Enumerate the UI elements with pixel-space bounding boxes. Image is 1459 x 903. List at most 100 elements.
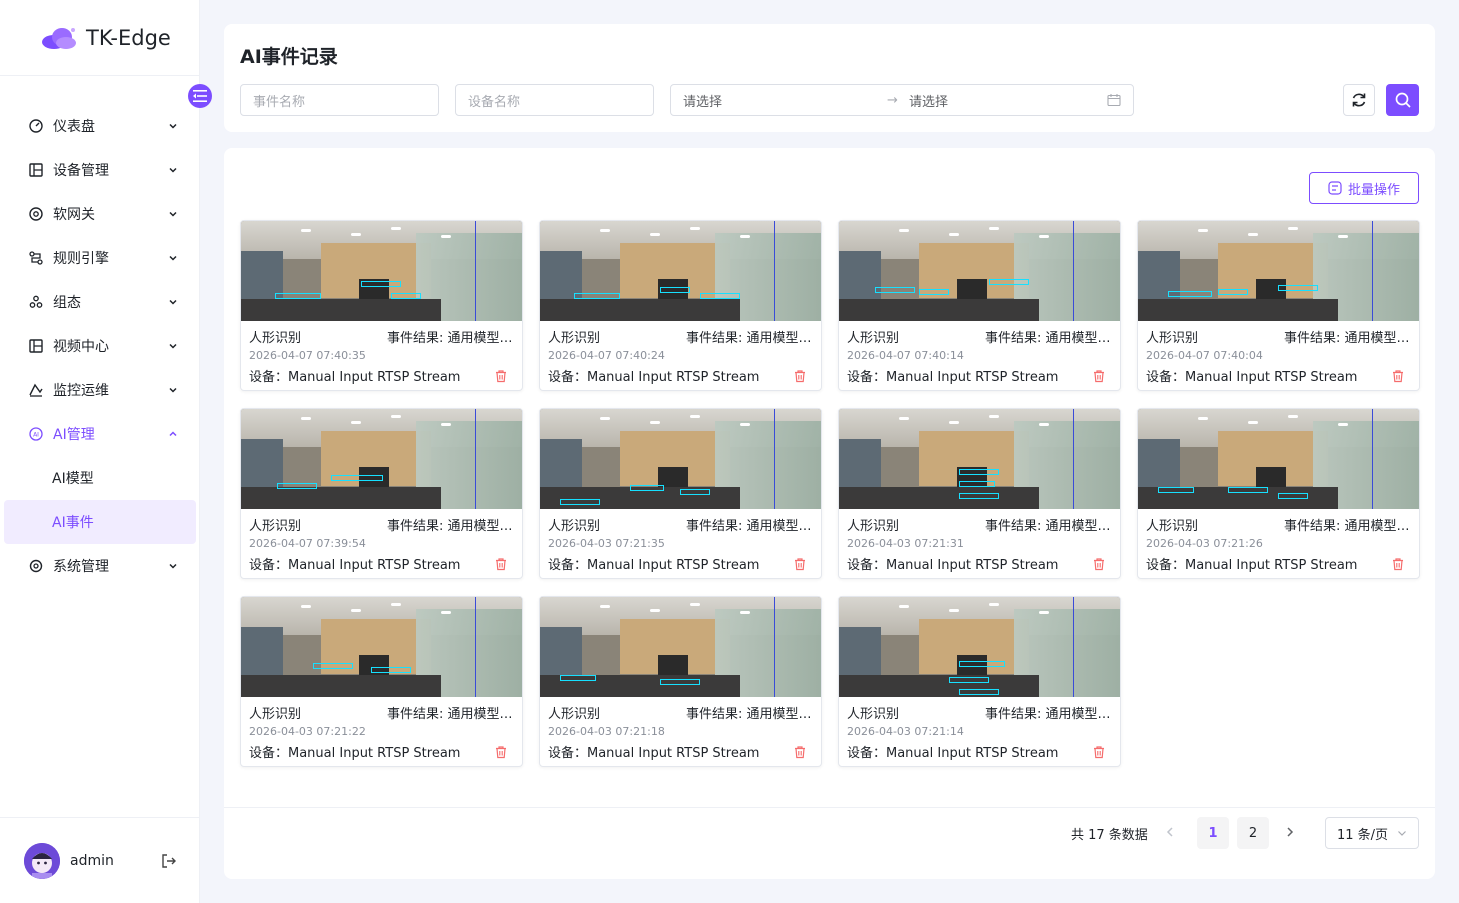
event-snapshot[interactable]: [241, 597, 522, 697]
date-end-input[interactable]: 请选择: [909, 91, 948, 110]
search-icon: [1395, 92, 1411, 108]
delete-icon[interactable]: [494, 369, 508, 383]
sidebar-item-label: 视频中心: [53, 339, 109, 355]
delete-icon[interactable]: [1092, 557, 1106, 571]
event-card[interactable]: 人形识别 事件结果: 通用模型检测到目标 2026-04-07 07:39:54 设备…: [240, 408, 523, 579]
chevron-down-icon: [169, 299, 177, 305]
search-button[interactable]: [1386, 84, 1419, 116]
event-card[interactable]: 人形识别 事件结果: 通用模型检测到目标 2026-04-07 07:40:04 设备…: [1137, 220, 1420, 391]
detection-box: [277, 483, 317, 489]
event-type: 人形识别: [1146, 519, 1199, 534]
batch-operation-button[interactable]: 批量操作: [1309, 172, 1419, 204]
event-device-row: 设备：Manual Input RTSP Stream: [540, 362, 821, 385]
content-card: 批量操作 人形识别事件结果: 通用模型检测到目标2026-04-07 07:40…: [224, 148, 1435, 879]
sidebar-subitem-ai-model[interactable]: AI模型: [0, 456, 200, 500]
detection-box: [331, 475, 383, 481]
logo[interactable]: TK-Edge: [0, 0, 199, 76]
sidebar-item-configuration[interactable]: 组态: [0, 280, 200, 324]
avatar[interactable]: [24, 842, 60, 879]
event-device: 设备：Manual Input RTSP Stream: [847, 558, 1059, 573]
event-device: 设备：Manual Input RTSP Stream: [249, 746, 461, 761]
event-snapshot[interactable]: [540, 409, 821, 509]
delete-icon[interactable]: [793, 557, 807, 571]
event-device-row: 设备：Manual Input RTSP Stream: [1138, 550, 1419, 573]
detection-box: [1278, 285, 1318, 291]
event-card[interactable]: 人形识别 事件结果: 通用模型检测到目标 2026-04-07 07:40:24 设备…: [539, 220, 822, 391]
delete-icon[interactable]: [1092, 745, 1106, 759]
event-snapshot[interactable]: [839, 597, 1120, 697]
sidebar-item-video-center[interactable]: 视频中心: [0, 324, 200, 368]
event-card[interactable]: 人形识别 事件结果: 通用模型检测到目标 2026-04-03 07:21:31 设备…: [838, 408, 1121, 579]
delete-icon[interactable]: [1391, 369, 1405, 383]
chevron-right-icon: [1287, 827, 1294, 837]
filter-card: AI事件记录 事件名称 设备名称 请选择 → 请选择: [224, 24, 1435, 132]
event-snapshot[interactable]: [839, 409, 1120, 509]
event-snapshot[interactable]: [1138, 221, 1419, 321]
page-button-1[interactable]: 1: [1197, 817, 1229, 849]
sidebar-item-dashboard[interactable]: 仪表盘: [0, 104, 200, 148]
chevron-down-icon: [169, 387, 177, 393]
event-device-row: 设备：Manual Input RTSP Stream: [241, 738, 522, 761]
date-range-picker[interactable]: 请选择 → 请选择: [670, 84, 1134, 116]
event-card[interactable]: 人形识别 事件结果: 通用模型检测到目标 2026-04-07 07:40:35 设备…: [240, 220, 523, 391]
event-card[interactable]: 人形识别 事件结果: 通用模型检测到目标 2026-04-03 07:21:22 设备…: [240, 596, 523, 767]
event-snapshot[interactable]: [241, 221, 522, 321]
event-result: 事件结果: 通用模型检测到目标: [387, 707, 514, 722]
event-type: 人形识别: [249, 707, 302, 722]
sidebar-item-system-management[interactable]: 系统管理: [0, 544, 200, 588]
detection-box: [361, 281, 401, 287]
detection-box: [949, 677, 989, 683]
event-card[interactable]: 人形识别 事件结果: 通用模型检测到目标 2026-04-03 07:21:35 设备…: [539, 408, 822, 579]
next-page-button[interactable]: [1285, 824, 1301, 842]
event-snapshot[interactable]: [241, 409, 522, 509]
event-snapshot[interactable]: [540, 221, 821, 321]
event-header-row: 人形识别 事件结果: 通用模型检测到目标: [1138, 321, 1419, 346]
event-name-input[interactable]: 事件名称: [240, 84, 439, 116]
event-card[interactable]: 人形识别 事件结果: 通用模型检测到目标 2026-04-03 07:21:18 设备…: [539, 596, 822, 767]
sidebar-item-soft-gateway[interactable]: 软网关: [0, 192, 200, 236]
event-header-row: 人形识别 事件结果: 通用模型检测到目标: [241, 697, 522, 722]
sidebar-item-device-management[interactable]: 设备管理: [0, 148, 200, 192]
logout-icon[interactable]: [160, 852, 178, 870]
event-time: 2026-04-07 07:40:35: [249, 349, 366, 362]
event-header-row: 人形识别 事件结果: 通用模型检测到目标: [540, 321, 821, 346]
event-type: 人形识别: [249, 331, 302, 346]
prev-page-button[interactable]: [1165, 824, 1181, 842]
event-card[interactable]: 人形识别 事件结果: 通用模型检测到目标 2026-04-03 07:21:14 设备…: [838, 596, 1121, 767]
date-start-input[interactable]: 请选择: [683, 91, 722, 110]
refresh-button[interactable]: [1343, 84, 1375, 116]
video-icon: [28, 338, 44, 354]
sidebar-item-ai-management[interactable]: AI AI管理: [0, 412, 200, 456]
collapse-sidebar-button[interactable]: [188, 84, 212, 108]
detection-box: [1278, 493, 1308, 499]
event-device: 设备：Manual Input RTSP Stream: [1146, 558, 1358, 573]
delete-icon[interactable]: [494, 557, 508, 571]
sidebar-menu: 仪表盘 设备管理 软网关 规则引擎 组态 视频中心 监控运维 AI AI管理 A…: [0, 104, 200, 588]
event-result: 事件结果: 通用模型检测到目标: [1284, 331, 1411, 346]
page-button-2[interactable]: 2: [1237, 817, 1269, 849]
delete-icon[interactable]: [1391, 557, 1405, 571]
event-type: 人形识别: [847, 519, 900, 534]
event-type: 人形识别: [847, 707, 900, 722]
event-snapshot[interactable]: [1138, 409, 1419, 509]
device-name-input[interactable]: 设备名称: [455, 84, 654, 116]
sidebar-subitem-ai-event[interactable]: AI事件: [4, 500, 196, 544]
sidebar-item-monitoring[interactable]: 监控运维: [0, 368, 200, 412]
delete-icon[interactable]: [1092, 369, 1106, 383]
delete-icon[interactable]: [793, 745, 807, 759]
event-card[interactable]: 人形识别 事件结果: 通用模型检测到目标 2026-04-03 07:21:26 设备…: [1137, 408, 1420, 579]
detection-box: [1158, 487, 1194, 493]
detection-box: [1218, 289, 1248, 295]
event-snapshot[interactable]: [540, 597, 821, 697]
page-size-select[interactable]: 11 条/页: [1325, 817, 1419, 849]
event-snapshot[interactable]: [839, 221, 1120, 321]
event-card[interactable]: 人形识别 事件结果: 通用模型检测到目标 2026-04-07 07:40:14 设备…: [838, 220, 1121, 391]
detection-box: [875, 287, 915, 293]
delete-icon[interactable]: [793, 369, 807, 383]
sidebar-item-rule-engine[interactable]: 规则引擎: [0, 236, 200, 280]
settings-icon: [28, 558, 44, 574]
event-type: 人形识别: [548, 519, 601, 534]
event-time: 2026-04-03 07:21:18: [548, 725, 665, 738]
delete-icon[interactable]: [494, 745, 508, 759]
event-result: 事件结果: 通用模型检测到目标: [686, 707, 813, 722]
